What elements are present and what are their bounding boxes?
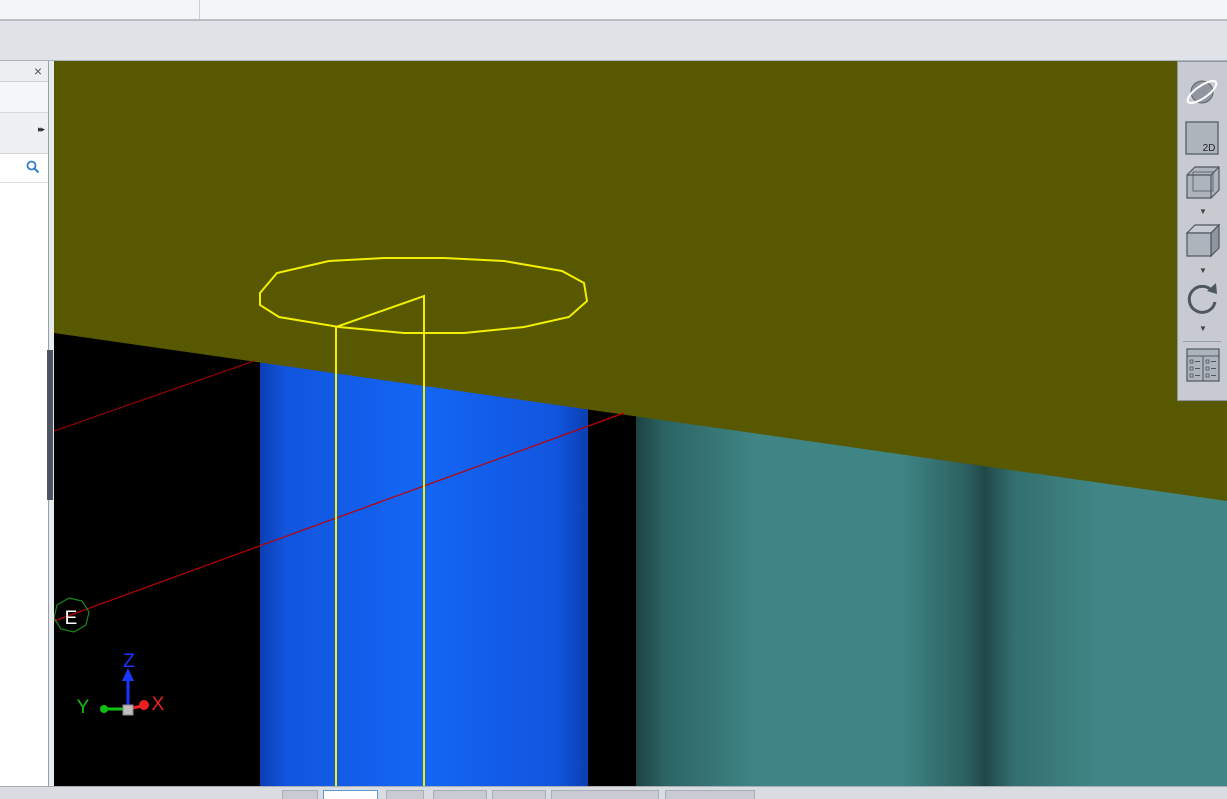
- 3d-viewport[interactable]: E Z Y X: [54, 61, 1227, 786]
- toolbar-separator: [1183, 341, 1221, 342]
- view-2d-button[interactable]: 2D: [1184, 120, 1220, 156]
- triad-z-label: Z: [123, 651, 135, 672]
- triad-x-tip: [139, 700, 149, 710]
- chevron-down-icon[interactable]: ▼: [1199, 266, 1207, 275]
- wireframe-cube-icon: [1186, 166, 1220, 199]
- top-menu-bar: [0, 0, 1227, 21]
- orbit-globe-icon: [1186, 80, 1218, 104]
- shaded-cube-icon: [1185, 223, 1221, 258]
- left-panel-search[interactable]: [0, 154, 48, 183]
- shaded-view-button[interactable]: [1184, 222, 1221, 258]
- rotate-icon: [1187, 283, 1217, 314]
- triad-y-label: Y: [77, 697, 90, 718]
- ribbon-toolbar: [0, 21, 1227, 61]
- top-bar-divider: [199, 0, 200, 19]
- properties-checklist-button[interactable]: [1184, 346, 1220, 382]
- close-panel-icon[interactable]: ×: [34, 62, 42, 80]
- left-panel-tabs-row: ▸▸: [0, 113, 48, 154]
- search-icon[interactable]: [26, 160, 40, 174]
- triad-x-label: X: [152, 694, 165, 715]
- chevron-down-icon[interactable]: ▼: [1199, 324, 1207, 333]
- left-panel-toolbar: [0, 82, 48, 113]
- panel-splitter[interactable]: [47, 350, 53, 500]
- wireframe-view-button[interactable]: [1184, 164, 1220, 200]
- expand-arrows-icon[interactable]: ▸▸: [38, 124, 45, 135]
- checklist-icon: [1186, 348, 1220, 382]
- view-2d-icon: 2D: [1185, 121, 1219, 155]
- marker-label: E: [65, 608, 78, 629]
- scene-canvas: E Z Y X: [54, 61, 1227, 786]
- left-panel-header: ×: [0, 61, 48, 82]
- orbit-button[interactable]: [1184, 74, 1220, 110]
- status-bar: [0, 786, 1227, 799]
- triad-origin-cube: [122, 704, 134, 716]
- left-panel: × ▸▸: [0, 61, 49, 786]
- navigation-toolbar: 2D ▼ ▼ ▼: [1177, 61, 1227, 401]
- triad-y-tip: [100, 705, 108, 713]
- rotate-button[interactable]: [1184, 280, 1220, 316]
- view-2d-label: 2D: [1203, 143, 1216, 154]
- chevron-down-icon[interactable]: ▼: [1199, 207, 1207, 216]
